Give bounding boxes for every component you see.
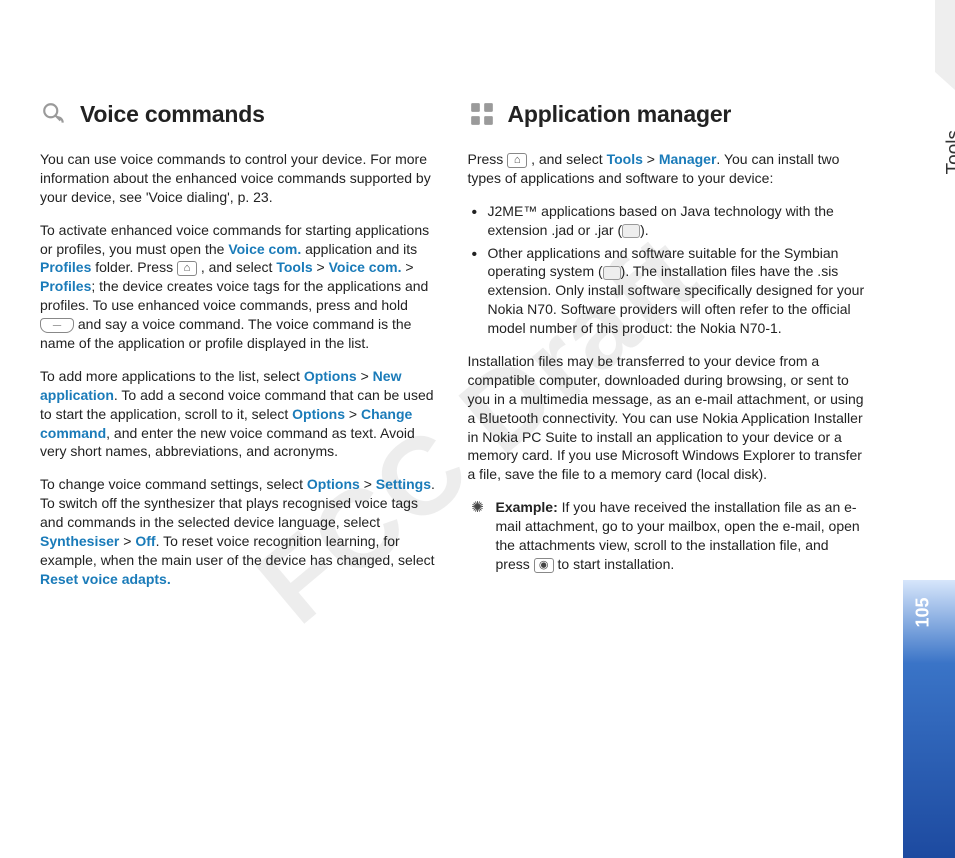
section-label: Tools bbox=[943, 130, 955, 174]
sis-file-icon bbox=[603, 266, 621, 280]
link-profiles: Profiles bbox=[40, 259, 91, 275]
voice-commands-title: Voice commands bbox=[80, 101, 265, 128]
link-settings: Settings bbox=[376, 476, 431, 492]
app-manager-intro: Press ⌂ , and select Tools > Manager. Yo… bbox=[468, 150, 866, 188]
installation-transfer-paragraph: Installation files may be transferred to… bbox=[468, 352, 866, 484]
right-column: Application manager Press ⌂ , and select… bbox=[468, 100, 866, 603]
link-tools: Tools bbox=[276, 259, 312, 275]
side-tab-bar: 105 bbox=[903, 580, 955, 858]
side-tab: Tools 105 bbox=[903, 90, 955, 858]
right-softkey-icon: ⏤ bbox=[40, 318, 74, 333]
app-manager-heading: Application manager bbox=[468, 100, 866, 128]
list-item-symbian: Other applications and software suitable… bbox=[468, 244, 866, 338]
hint-icon: ✺ bbox=[468, 498, 488, 588]
link-voice-com-2: Voice com. bbox=[329, 259, 402, 275]
link-options-2: Options bbox=[292, 406, 345, 422]
link-voice-com: Voice com. bbox=[228, 241, 301, 257]
voice-activate-paragraph: To activate enhanced voice commands for … bbox=[40, 221, 438, 353]
link-profiles-2: Profiles bbox=[40, 278, 91, 294]
link-options-3: Options bbox=[307, 476, 360, 492]
link-manager: Manager bbox=[659, 151, 717, 167]
list-item-j2me: J2ME™ applications based on Java technol… bbox=[468, 202, 866, 240]
link-synthesiser: Synthesiser bbox=[40, 533, 119, 549]
link-tools-2: Tools bbox=[607, 151, 643, 167]
example-text: Example: If you have received the instal… bbox=[496, 498, 866, 574]
jar-file-icon bbox=[622, 224, 640, 238]
voice-commands-icon bbox=[40, 100, 68, 128]
app-types-list: J2ME™ applications based on Java technol… bbox=[468, 202, 866, 338]
voice-commands-heading: Voice commands bbox=[40, 100, 438, 128]
example-label: Example: bbox=[496, 499, 562, 515]
application-manager-icon bbox=[468, 100, 496, 128]
page-corner-fold bbox=[935, 0, 955, 90]
page-number: 105 bbox=[913, 593, 934, 633]
voice-add-app-paragraph: To add more applications to the list, se… bbox=[40, 367, 438, 461]
link-options-1: Options bbox=[304, 368, 357, 384]
voice-intro-paragraph: You can use voice commands to control yo… bbox=[40, 150, 438, 207]
example-block: ✺ Example: If you have received the inst… bbox=[468, 498, 866, 588]
left-column: Voice commands You can use voice command… bbox=[40, 100, 438, 603]
link-off: Off bbox=[135, 533, 155, 549]
link-reset-voice-adapts: Reset voice adapts. bbox=[40, 571, 171, 587]
app-manager-title: Application manager bbox=[508, 101, 732, 128]
joystick-press-icon: ◉ bbox=[534, 558, 554, 573]
menu-key-icon: ⌂ bbox=[507, 153, 527, 168]
page-content: Voice commands You can use voice command… bbox=[40, 50, 865, 778]
voice-settings-paragraph: To change voice command settings, select… bbox=[40, 475, 438, 588]
menu-key-icon: ⌂ bbox=[177, 261, 197, 276]
